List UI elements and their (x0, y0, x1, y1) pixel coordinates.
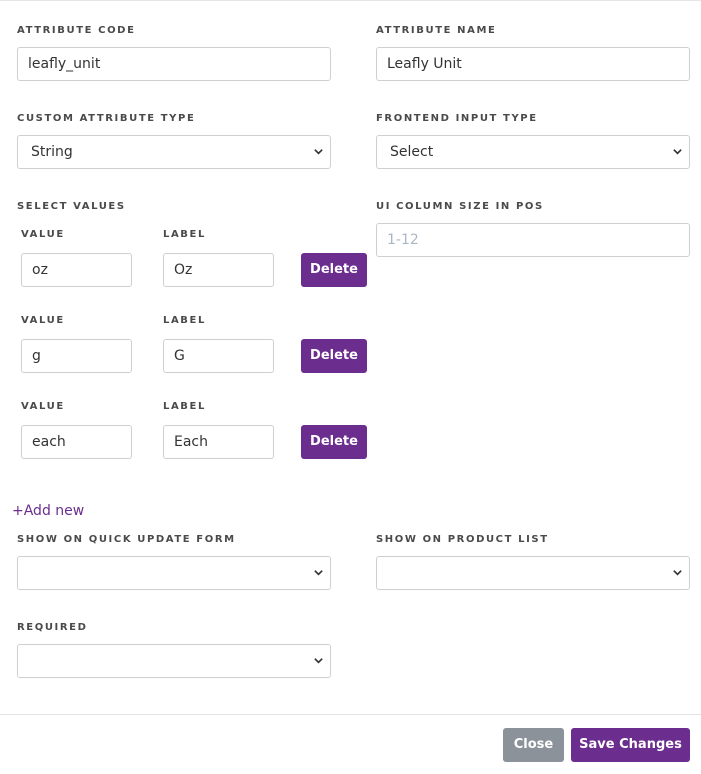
custom-attribute-type-value: String (31, 144, 73, 160)
label-column-header: LABEL (163, 401, 206, 412)
required-select[interactable] (17, 644, 331, 678)
frontend-input-type-select[interactable]: Select (376, 135, 690, 169)
attribute-name-label: ATTRIBUTE NAME (376, 25, 497, 36)
chevron-down-icon (314, 570, 323, 576)
select-value-input[interactable]: oz (21, 253, 132, 287)
chevron-down-icon (314, 149, 323, 155)
footer-divider (0, 714, 701, 715)
add-new-link[interactable]: +Add new (12, 503, 84, 519)
select-value-input[interactable]: each (21, 425, 132, 459)
chevron-down-icon (673, 149, 682, 155)
show-on-quick-update-label: SHOW ON QUICK UPDATE FORM (17, 534, 236, 545)
save-changes-button[interactable]: Save Changes (571, 728, 690, 762)
select-label-input[interactable]: Each (163, 425, 274, 459)
custom-attribute-type-label: CUSTOM ATTRIBUTE TYPE (17, 113, 196, 124)
show-on-product-list-select[interactable] (376, 556, 690, 590)
value-column-header: VALUE (21, 401, 65, 412)
select-values-label: SELECT VALUES (17, 201, 126, 212)
ui-column-size-label: UI COLUMN SIZE IN POS (376, 201, 544, 212)
chevron-down-icon (673, 570, 682, 576)
attribute-name-input[interactable]: Leafly Unit (376, 47, 690, 81)
custom-attribute-type-select[interactable]: String (17, 135, 331, 169)
delete-button[interactable]: Delete (301, 425, 367, 459)
frontend-input-type-label: FRONTEND INPUT TYPE (376, 113, 538, 124)
attribute-code-label: ATTRIBUTE CODE (17, 25, 136, 36)
label-column-header: LABEL (163, 229, 206, 240)
delete-button[interactable]: Delete (301, 339, 367, 373)
select-label-input[interactable]: G (163, 339, 274, 373)
select-value-input[interactable]: g (21, 339, 132, 373)
chevron-down-icon (314, 658, 323, 664)
show-on-product-list-label: SHOW ON PRODUCT LIST (376, 534, 549, 545)
ui-column-size-input[interactable]: 1-12 (376, 223, 690, 257)
required-label: REQUIRED (17, 622, 88, 633)
attribute-code-input[interactable]: leafly_unit (17, 47, 331, 81)
frontend-input-type-value: Select (390, 144, 434, 160)
delete-button[interactable]: Delete (301, 253, 367, 287)
top-divider (0, 0, 701, 1)
value-column-header: VALUE (21, 229, 65, 240)
show-on-quick-update-select[interactable] (17, 556, 331, 590)
label-column-header: LABEL (163, 315, 206, 326)
select-label-input[interactable]: Oz (163, 253, 274, 287)
value-column-header: VALUE (21, 315, 65, 326)
close-button[interactable]: Close (503, 728, 564, 762)
